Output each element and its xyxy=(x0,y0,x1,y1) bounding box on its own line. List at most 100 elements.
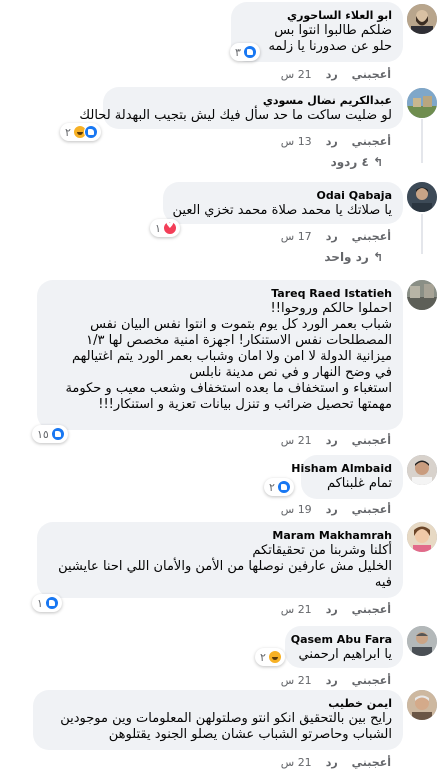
comment-bubble: عبدالكريم نضال مسودي لو ضليت ساكت ما حد … xyxy=(79,87,403,129)
comment-bubble: Odai Qabaja يا صلاتك يا محمد صلاة محمد ت… xyxy=(163,182,403,224)
reaction-summary[interactable]: ٢ xyxy=(264,478,294,496)
replies-count: ٤ ردود xyxy=(330,155,369,169)
replies-arrow-icon: ↰ xyxy=(368,155,383,169)
reaction-summary[interactable]: ٢ xyxy=(60,123,101,141)
like-icon xyxy=(83,125,98,139)
reply-button[interactable]: رد xyxy=(326,434,338,447)
avatar[interactable] xyxy=(407,280,437,310)
thread-line xyxy=(421,214,423,254)
comment-time[interactable]: 21 س xyxy=(281,674,312,687)
reaction-count: ٣ xyxy=(235,45,241,59)
comment-actions: أعجبني رد 21 س xyxy=(281,603,391,616)
comment-text-line: يا صلاتك يا محمد صلاة محمد تخزي العين xyxy=(172,203,392,218)
reaction-summary[interactable]: ١ xyxy=(150,219,180,237)
avatar[interactable] xyxy=(407,88,437,118)
comment-bubble: Tareq Raed Istatieh احملوا حالكم وروحوا!… xyxy=(37,280,403,430)
comment-author[interactable]: Qasem Abu Fara xyxy=(291,632,392,647)
comment-text-line: رايح بين بالتحقيق انكو انتو وصلتولهن الم… xyxy=(60,711,392,726)
like-icon xyxy=(242,45,257,59)
thread-line xyxy=(421,119,423,163)
reply-button[interactable]: رد xyxy=(326,135,338,148)
reply-button[interactable]: رد xyxy=(326,603,338,616)
reaction-count: ٢ xyxy=(65,125,71,139)
comment-text-line: شباب بعمر الورد كل يوم بتموت و انتوا نفس… xyxy=(90,317,392,332)
comment-time[interactable]: 21 س xyxy=(281,434,312,447)
like-button[interactable]: أعجبني xyxy=(352,434,391,447)
reaction-summary[interactable]: ٣ xyxy=(230,43,260,61)
comment-text-line: ضلكم طالبوا انتوا بس xyxy=(274,23,392,38)
reaction-summary[interactable]: ١٥ xyxy=(32,425,68,443)
comment-text-line: الشباب وحاصرتو الشباب عشان يصلو الجنود ي… xyxy=(108,727,392,742)
comment-text-line: ميزانية الدولة لا امن ولا امان وشباب بعم… xyxy=(71,349,392,364)
like-icon xyxy=(50,427,65,441)
reaction-summary[interactable]: ٢ xyxy=(255,648,285,666)
comment-actions: أعجبني رد 21 س xyxy=(281,68,391,81)
comment-text-line: استغباء و استخفاف ما بعده استخفاف وشعب م… xyxy=(65,381,392,396)
comment-bubble: ايمن خطيب رايح بين بالتحقيق انكو انتو وص… xyxy=(33,690,403,750)
love-icon xyxy=(162,221,177,235)
reply-button[interactable]: رد xyxy=(326,68,338,81)
comment-actions: أعجبني رد 13 س xyxy=(281,135,391,148)
like-button[interactable]: أعجبني xyxy=(352,503,391,516)
comment-text-line: المصطلحات نفس الاستنكار! اجهزة امنية مخص… xyxy=(86,333,392,348)
reaction-count: ٢ xyxy=(269,480,275,494)
comment-actions: أعجبني رد 21 س xyxy=(281,434,391,447)
comment-time[interactable]: 21 س xyxy=(281,603,312,616)
comment-bubble: Maram Makhamrah أكلنا وشربنا من تحقيقاتك… xyxy=(37,522,403,598)
reply-button[interactable]: رد xyxy=(326,756,338,769)
like-button[interactable]: أعجبني xyxy=(352,68,391,81)
comment-time[interactable]: 13 س xyxy=(281,135,312,148)
view-replies-link[interactable]: ↰ رد واحد xyxy=(324,250,383,264)
comment-author[interactable]: Maram Makhamrah xyxy=(48,528,392,543)
reaction-count: ١ xyxy=(37,596,43,610)
comment-time[interactable]: 17 س xyxy=(281,230,312,243)
like-button[interactable]: أعجبني xyxy=(352,230,391,243)
comment-author[interactable]: Tareq Raed Istatieh xyxy=(48,286,392,301)
comment-actions: أعجبني رد 21 س xyxy=(281,674,391,687)
comment-author[interactable]: Odai Qabaja xyxy=(174,188,392,203)
haha-icon xyxy=(267,650,282,664)
avatar[interactable] xyxy=(407,4,437,34)
comment-author[interactable]: ايمن خطيب xyxy=(44,696,392,711)
comment-text-line: الخليل مش عارفين نوصلها من الأمن والأمان… xyxy=(58,559,392,574)
comment-text-line: حلو عن صدورنا يا زلمه xyxy=(268,39,392,54)
comment-text-line: يا ابراهيم ارحمني xyxy=(298,647,393,662)
comment-author[interactable]: Hisham Almbaid xyxy=(291,461,392,476)
like-button[interactable]: أعجبني xyxy=(352,756,391,769)
comment-actions: أعجبني رد 19 س xyxy=(281,503,391,516)
comment-text-line: مهمتها تحصيل ضرائب و تنزل بيانات تعزية و… xyxy=(98,397,392,412)
comment-author[interactable]: ابو العلاء الساحوري xyxy=(242,8,392,23)
replies-count: رد واحد xyxy=(324,250,369,264)
like-button[interactable]: أعجبني xyxy=(352,603,391,616)
comment-bubble: Hisham Almbaid تمام غلبناكم xyxy=(291,455,403,499)
comment-text-line: تمام غلبناكم xyxy=(326,476,392,491)
like-icon xyxy=(44,596,59,610)
reply-button[interactable]: رد xyxy=(326,674,338,687)
like-button[interactable]: أعجبني xyxy=(352,135,391,148)
comment-text-line: في وضح النهار و في نص مدينة نابلس xyxy=(189,365,392,380)
comment-bubble: Qasem Abu Fara يا ابراهيم ارحمني xyxy=(285,626,403,668)
comment-author[interactable]: عبدالكريم نضال مسودي xyxy=(114,93,392,108)
reaction-count: ٢ xyxy=(260,650,266,664)
avatar[interactable] xyxy=(407,182,437,212)
comment-text-line: احملوا حالكم وروحوا!! xyxy=(270,301,392,316)
avatar[interactable] xyxy=(407,522,437,552)
view-replies-link[interactable]: ↰ ٤ ردود xyxy=(331,155,383,169)
like-button[interactable]: أعجبني xyxy=(352,674,391,687)
comment-actions: أعجبني رد 17 س xyxy=(281,230,391,243)
comment-time[interactable]: 21 س xyxy=(281,756,312,769)
reaction-summary[interactable]: ١ xyxy=(32,594,62,612)
comment-text-line: لو ضليت ساكت ما حد سأل فيك ليش بتجيب الب… xyxy=(79,108,392,123)
avatar[interactable] xyxy=(407,626,437,656)
reaction-count: ١ xyxy=(155,221,161,235)
avatar[interactable] xyxy=(407,690,437,720)
replies-arrow-icon: ↰ xyxy=(368,250,383,264)
comment-text-line: فيه xyxy=(374,575,392,590)
comment-time[interactable]: 21 س xyxy=(281,68,312,81)
reply-button[interactable]: رد xyxy=(326,503,338,516)
avatar[interactable] xyxy=(407,455,437,485)
reply-button[interactable]: رد xyxy=(326,230,338,243)
comment-actions: أعجبني رد 21 س xyxy=(281,756,391,769)
comment-time[interactable]: 19 س xyxy=(281,503,312,516)
comment-text-line: أكلنا وشربنا من تحقيقاتكم xyxy=(252,543,392,558)
